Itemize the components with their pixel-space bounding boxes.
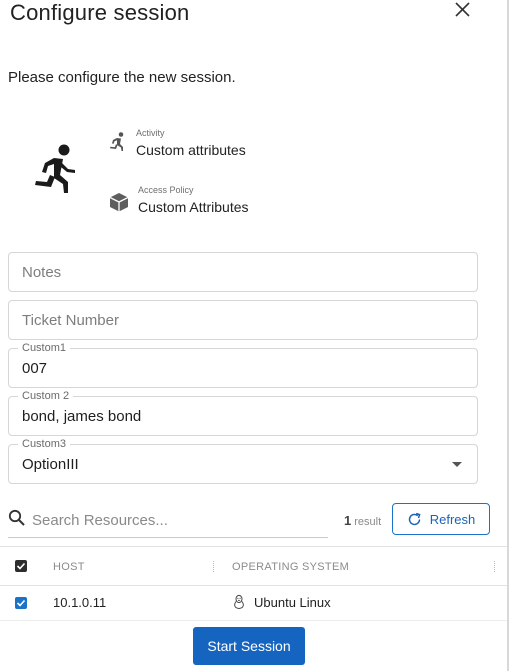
result-count: 1 result: [344, 513, 381, 528]
notes-field[interactable]: Notes: [8, 252, 478, 292]
custom3-value: OptionIII: [22, 456, 79, 473]
configure-session-dialog: Configure session Please configure the n…: [0, 0, 509, 671]
close-icon[interactable]: [452, 0, 474, 22]
custom2-label: Custom 2: [18, 390, 74, 403]
table-row[interactable]: 10.1.0.11 Ubuntu Linux: [0, 586, 507, 621]
activity-info: Activity Custom attributes: [108, 128, 246, 160]
dialog-title: Configure session: [10, 0, 190, 25]
column-resize-handle[interactable]: [494, 561, 496, 572]
column-host[interactable]: HOST: [53, 561, 85, 573]
cube-icon: [108, 191, 130, 213]
os-cell: Ubuntu Linux: [231, 594, 331, 610]
activity-caption: Activity: [136, 128, 165, 138]
start-session-button[interactable]: Start Session: [193, 627, 305, 665]
policy-caption: Access Policy: [138, 185, 194, 195]
ticket-number-field[interactable]: Ticket Number: [8, 300, 478, 340]
custom2-value: bond, james bond: [22, 408, 142, 425]
result-number: 1: [344, 513, 352, 528]
result-word: result: [354, 516, 382, 528]
host-cell: 10.1.0.11: [53, 595, 107, 610]
row-checkbox[interactable]: [15, 597, 27, 609]
access-policy-info: Access Policy Custom Attributes: [108, 185, 249, 217]
activity-value: Custom attributes: [136, 142, 246, 158]
column-operating-system[interactable]: OPERATING SYSTEM: [232, 561, 349, 573]
intro-text: Please configure the new session.: [8, 69, 236, 86]
policy-value: Custom Attributes: [138, 199, 249, 215]
column-resize-handle[interactable]: [213, 561, 215, 572]
ticket-number-placeholder: Ticket Number: [22, 312, 119, 329]
linux-icon: [231, 594, 247, 610]
custom2-field[interactable]: Custom 2 bond, james bond: [8, 390, 478, 436]
custom3-select[interactable]: Custom3 OptionIII: [8, 438, 478, 484]
small-running-icon: [108, 131, 130, 153]
table-header: HOST OPERATING SYSTEM: [0, 547, 507, 586]
select-all-checkbox[interactable]: [15, 560, 27, 572]
custom1-field[interactable]: Custom1 007: [8, 342, 478, 388]
notes-placeholder: Notes: [22, 264, 62, 281]
refresh-button[interactable]: Refresh: [392, 503, 490, 535]
search-placeholder: Search Resources...: [32, 512, 168, 529]
custom3-label: Custom3: [18, 438, 71, 451]
search-icon: [8, 509, 26, 527]
custom1-label: Custom1: [18, 342, 71, 355]
dropdown-arrow-icon[interactable]: [452, 462, 462, 467]
os-name: Ubuntu Linux: [254, 594, 331, 610]
running-person-icon: [30, 141, 80, 201]
resource-search-input[interactable]: Search Resources...: [8, 505, 328, 538]
refresh-icon: [407, 512, 422, 527]
custom1-value: 007: [22, 360, 48, 377]
refresh-label: Refresh: [429, 511, 476, 527]
